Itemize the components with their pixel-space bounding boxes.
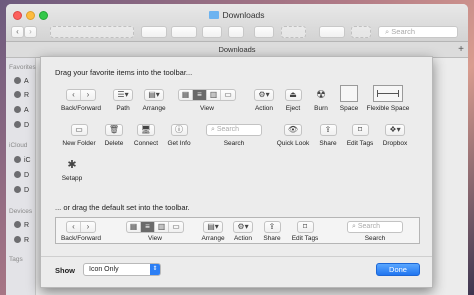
drag-instruction: Drag your favorite items into the toolba…	[55, 68, 193, 77]
default-item-share: ⇪ Share	[263, 221, 281, 242]
sidebar-item[interactable]: A	[14, 106, 29, 114]
disk-icon	[14, 236, 21, 243]
sidebar-heading-favorites: Favorites	[9, 64, 36, 71]
default-item-arrange: ▤▾ Arrange	[201, 221, 225, 242]
show-label: Show	[55, 266, 75, 275]
info-icon: ⓘ	[170, 124, 188, 136]
search-icon: Search	[347, 221, 403, 233]
downloads-icon	[14, 121, 21, 128]
gear-icon: ⚙▾	[233, 221, 253, 233]
action-toolbar-button[interactable]	[202, 26, 222, 38]
default-item-back-forward: ‹ › Back/Forward	[60, 221, 102, 242]
show-select[interactable]: Icon Only ⇕	[83, 263, 161, 276]
sidebar-item[interactable]: A	[14, 77, 29, 85]
default-item-edit-tags: ⌑ Edit Tags	[291, 221, 319, 242]
space-icon	[340, 85, 358, 102]
toolbar-item-dropbox[interactable]: ❖▾ Dropbox	[377, 123, 413, 147]
new-tab-button[interactable]: +	[458, 42, 464, 57]
view-icon: ▦ ≡ ▥ ▭	[126, 221, 184, 233]
share-toolbar-button[interactable]	[228, 26, 244, 38]
sidebar-item[interactable]: D	[14, 171, 29, 179]
forward-button[interactable]: ›	[24, 26, 37, 38]
new-folder-icon: ▭	[70, 124, 88, 136]
toolbar-path-placeholder	[50, 26, 134, 38]
finder-search-field[interactable]: ⌕ Search	[378, 26, 458, 38]
sidebar-item-icon	[14, 77, 21, 84]
toolbar-item-eject[interactable]: ⏏ Eject	[279, 88, 307, 112]
tab-downloads[interactable]: Downloads	[218, 45, 255, 54]
sidebar-item[interactable]: R	[14, 91, 29, 99]
arrange-icon: ▤▾	[203, 221, 223, 233]
sidebar-item-icon	[14, 186, 21, 193]
gear-icon: ⚙▾	[254, 89, 274, 101]
default-item-action: ⚙▾ Action	[233, 221, 253, 242]
share-icon: ⇪	[263, 221, 281, 233]
arrange-icon: ▤▾	[144, 89, 164, 101]
toolbar-item-connect[interactable]: 🖥 Connect	[129, 123, 163, 147]
flexible-space-icon	[373, 85, 403, 102]
toolbar-item-back-forward[interactable]: ‹ › Back/Forward	[60, 88, 102, 112]
dropbox-icon: ❖▾	[385, 124, 405, 136]
back-forward-icon: ‹ ›	[66, 221, 96, 233]
sidebar-heading-tags: Tags	[9, 256, 23, 263]
setapp-icon: ✱	[67, 159, 77, 171]
eject-icon: ⏏	[284, 89, 302, 101]
default-item-search: Search Search	[344, 221, 406, 242]
default-item-view: ▦ ≡ ▥ ▭ View	[119, 221, 191, 242]
done-button[interactable]: Done	[376, 263, 420, 276]
sidebar-item-downloads[interactable]: D	[14, 121, 29, 129]
sidebar-item-icon	[14, 106, 21, 113]
tags-toolbar-button[interactable]	[254, 26, 274, 38]
sidebar-heading-icloud: iCloud	[9, 142, 28, 149]
toolbar-item-share[interactable]: ⇪ Share	[314, 123, 342, 147]
eye-icon: 👁	[283, 124, 303, 136]
window-title: Downloads	[6, 10, 468, 20]
cloud-icon	[14, 156, 21, 163]
sidebar: Favorites A R A D iCloud iC D D Devices …	[6, 58, 36, 295]
search-icon: Search	[206, 124, 262, 136]
tag-icon: ⌑	[351, 124, 369, 136]
share-icon: ⇪	[319, 124, 337, 136]
tag-icon: ⌑	[296, 221, 314, 233]
default-set-instruction: ... or drag the default set into the too…	[55, 203, 190, 212]
toolbar-item-setapp[interactable]: ✱ Setapp	[57, 158, 87, 182]
toolbar-item-delete[interactable]: 🗑 Delete	[99, 123, 129, 147]
disk-icon	[14, 221, 21, 228]
sidebar-item-icon	[14, 171, 21, 178]
toolbar-item-new-folder[interactable]: ▭ New Folder	[58, 123, 100, 147]
customize-toolbar-sheet: Drag your favorite items into the toolba…	[40, 56, 433, 288]
connect-icon: 🖥	[136, 124, 156, 136]
toolbar-item-edit-tags[interactable]: ⌑ Edit Tags	[342, 123, 378, 147]
toolbar-item-action[interactable]: ⚙▾ Action	[247, 88, 281, 112]
title-bar: Downloads ‹ › ⌕ Search	[6, 4, 468, 42]
divider	[41, 256, 432, 257]
sidebar-item[interactable]: D	[14, 186, 29, 194]
toolbar-item-quick-look[interactable]: 👁 Quick Look	[273, 123, 313, 147]
folder-icon	[209, 11, 220, 19]
back-forward-icon: ‹ ›	[66, 89, 96, 101]
toolbar-item-arrange[interactable]: ▤▾ Arrange	[135, 88, 173, 112]
sidebar-item-icon	[14, 91, 21, 98]
toolbar-item-view[interactable]: ▦ ≡ ▥ ▭ View	[171, 88, 243, 112]
toolbar-item-burn[interactable]: ☢ Burn	[307, 88, 335, 112]
toolbar-item-flexible-space[interactable]: Flexible Space	[363, 85, 413, 112]
toolbar-item-search[interactable]: Search Search	[203, 123, 265, 147]
sidebar-item-device[interactable]: R	[14, 236, 29, 244]
view-toolbar-button[interactable]	[171, 26, 197, 38]
view-icon: ▦ ≡ ▥ ▭	[178, 89, 236, 101]
toolbar-placeholder-a	[281, 26, 306, 38]
back-button[interactable]: ‹	[11, 26, 24, 38]
dropbox-toolbar-button[interactable]	[319, 26, 345, 38]
path-icon: ☰▾	[113, 89, 133, 101]
toolbar-item-get-info[interactable]: ⓘ Get Info	[163, 123, 195, 147]
sidebar-item-icloud[interactable]: iC	[14, 156, 31, 164]
sidebar-heading-devices: Devices	[9, 208, 33, 215]
sidebar-item-device[interactable]: R	[14, 221, 29, 229]
toolbar-placeholder-b	[351, 26, 371, 38]
trash-icon: 🗑	[104, 124, 124, 136]
arrange-toolbar-button[interactable]	[141, 26, 167, 38]
burn-icon: ☢	[316, 89, 326, 101]
chevron-updown-icon: ⇕	[150, 264, 160, 275]
toolbar-item-space[interactable]: Space	[335, 85, 363, 112]
